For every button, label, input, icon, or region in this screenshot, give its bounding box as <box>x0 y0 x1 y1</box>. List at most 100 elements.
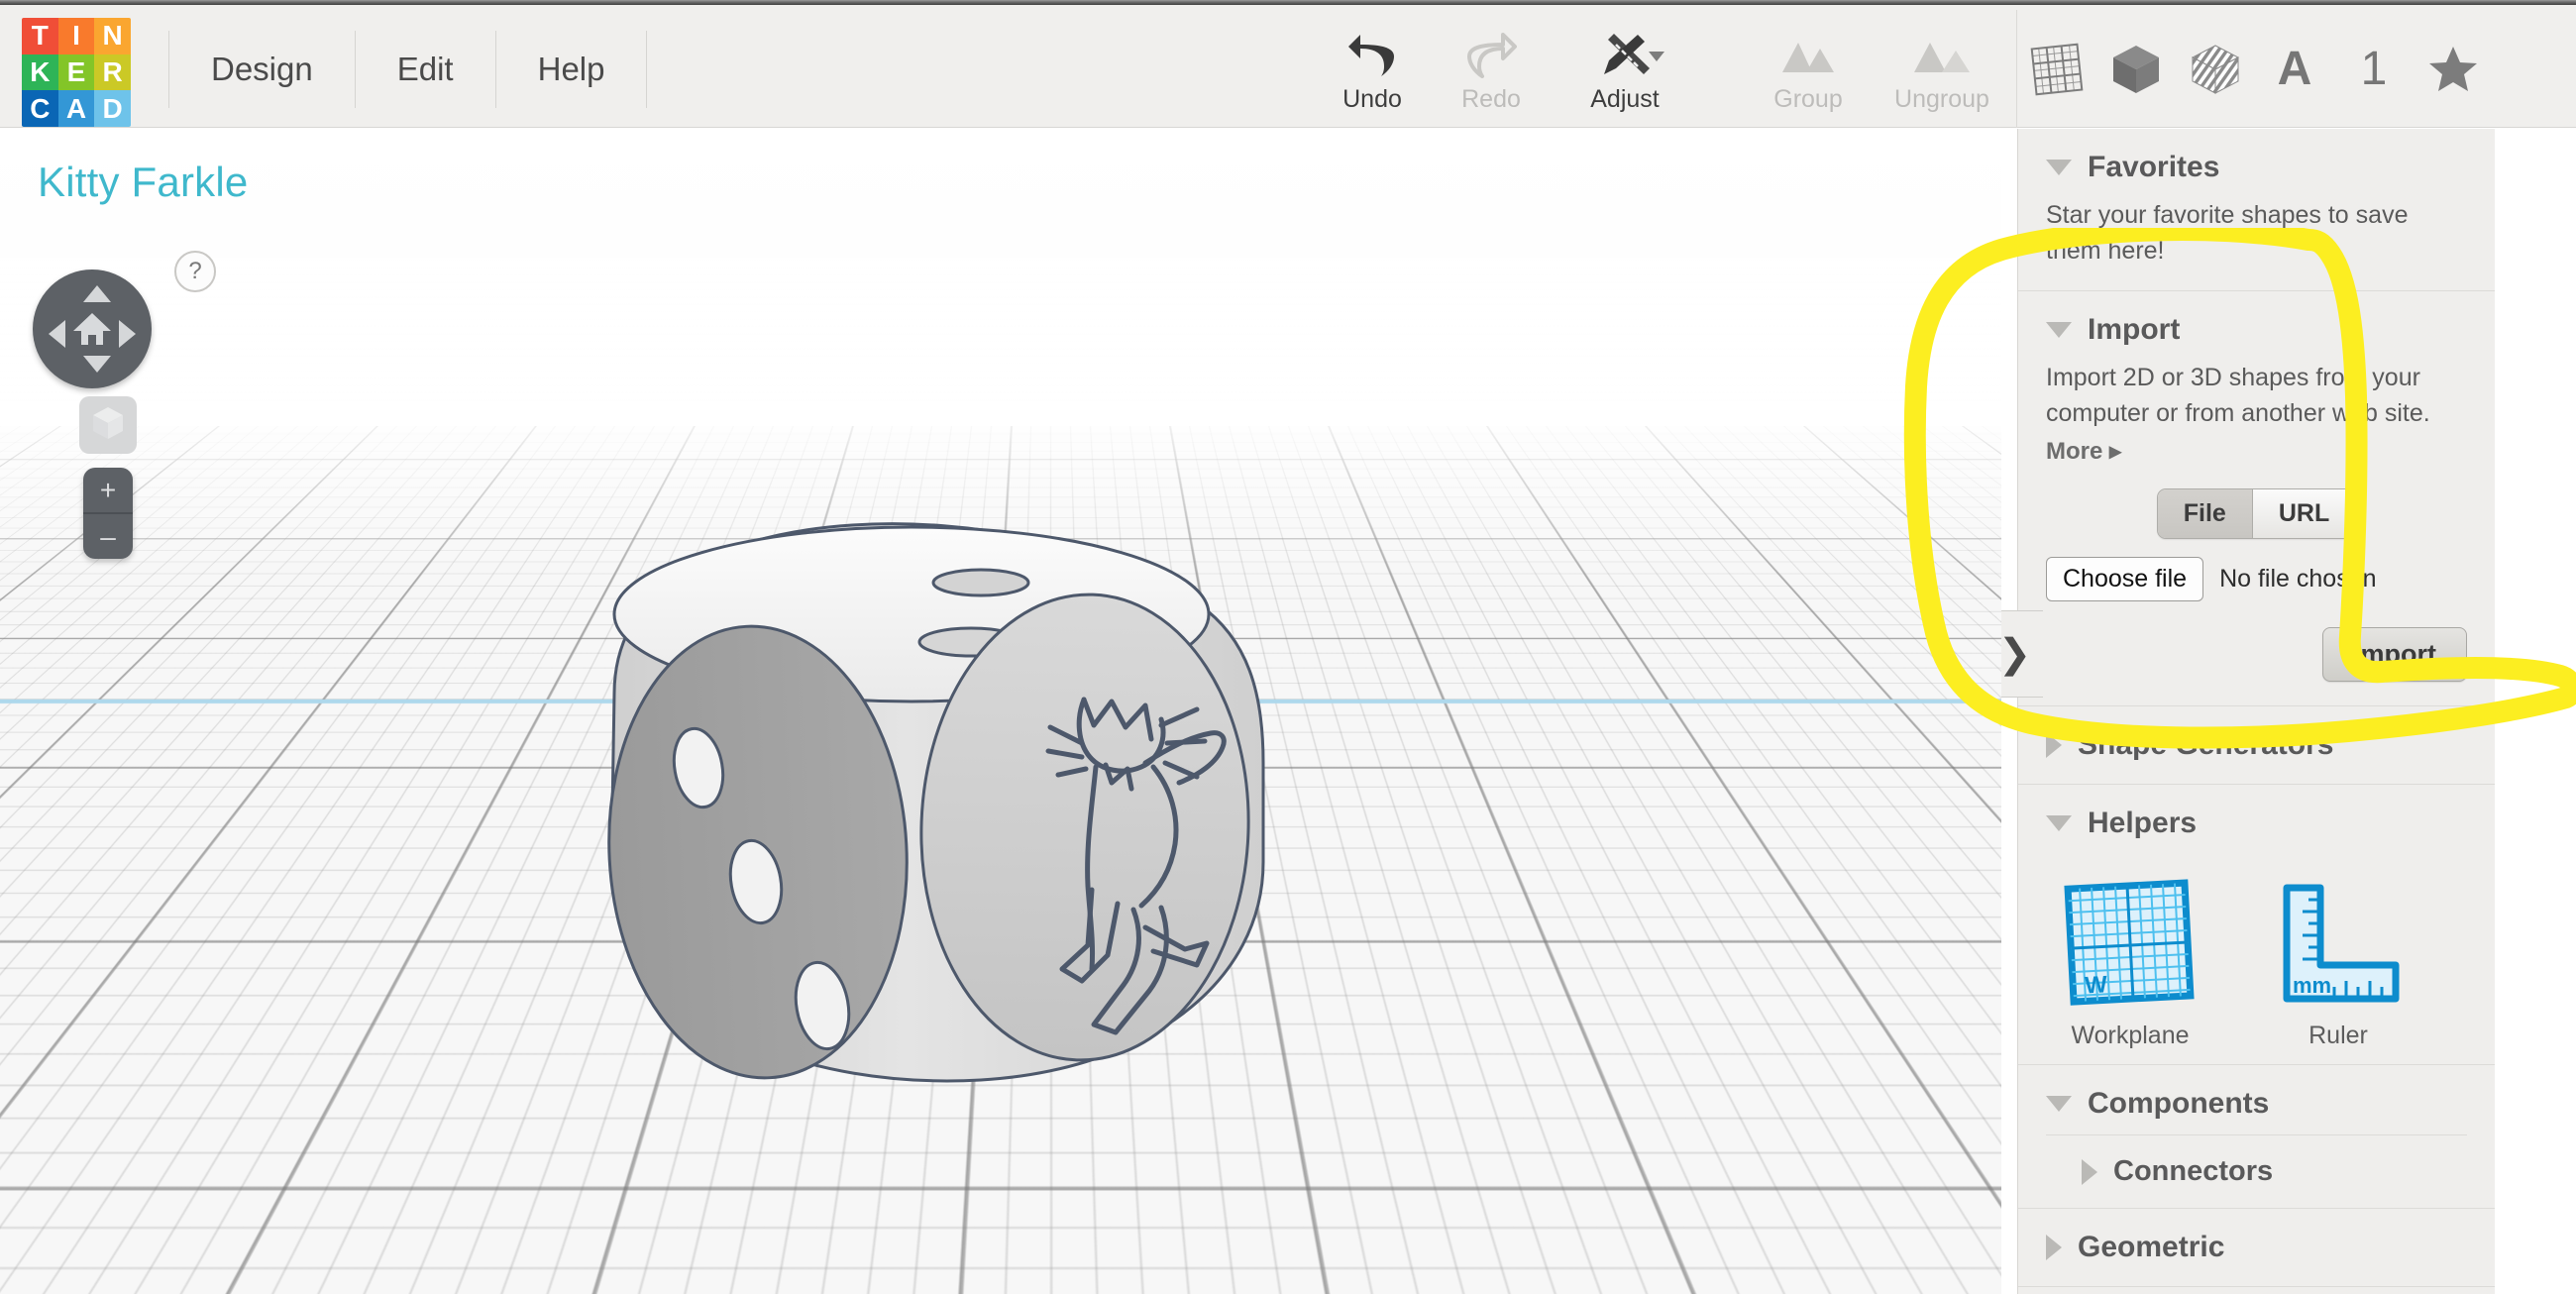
menu-label-edit: Edit <box>396 50 454 87</box>
file-picker-row: Choose file No file chosen <box>2046 557 2467 602</box>
helper-workplane[interactable]: W Workplane <box>2056 878 2204 1050</box>
star-icon[interactable] <box>2414 10 2493 128</box>
choose-file-button[interactable]: Choose file <box>2046 557 2204 602</box>
helpers-grid: W Workplane mm Ruler <box>2046 854 2467 1064</box>
chevron-down-icon[interactable] <box>2046 160 2072 175</box>
nav-right-arrow-icon[interactable] <box>119 320 136 348</box>
design-title[interactable]: Kitty Farkle <box>38 159 248 206</box>
chevron-right-icon[interactable] <box>2082 1158 2097 1185</box>
text-a-icon[interactable]: A <box>2255 10 2334 128</box>
section-geometric: Geometric <box>2018 1209 2495 1288</box>
number-one-glyph: 1 <box>2360 43 2388 95</box>
import-button[interactable]: Import <box>2322 627 2467 683</box>
nav-down-arrow-icon[interactable] <box>83 356 111 373</box>
menu-item-design[interactable]: Design <box>169 10 355 128</box>
subsection-title-connectors: Connectors <box>2113 1155 2274 1188</box>
logo-tile-d: D <box>94 90 131 127</box>
import-tab-url[interactable]: URL <box>2251 489 2356 539</box>
redo-arrow-icon <box>1465 30 1517 81</box>
chevron-right-icon: ❯ <box>1997 632 2032 676</box>
stepper-down-icon[interactable] <box>1926 1226 1943 1235</box>
chevron-down-icon[interactable] <box>2046 322 2072 338</box>
logo-tile-e: E <box>57 54 95 91</box>
snap-grid-stepper[interactable]: 1.0 <box>1844 1202 1954 1245</box>
section-title-geometric: Geometric <box>2078 1231 2225 1264</box>
edit-toolbar: Undo Redo Adjust Group Ungroup <box>1313 10 2016 128</box>
logo-tile-a: A <box>57 90 95 127</box>
zoom-out-label: – <box>100 520 116 552</box>
section-header-shape-generators[interactable]: Shape Generators <box>2046 706 2467 784</box>
section-header-helpers[interactable]: Helpers <box>2046 785 2467 854</box>
import-tab-file[interactable]: File <box>2157 489 2252 539</box>
menu-item-help[interactable]: Help <box>496 10 647 128</box>
undo-button[interactable]: Undo <box>1313 10 1432 114</box>
stepper-up-icon[interactable] <box>1926 1213 1943 1222</box>
edit-grid-button[interactable]: Edit grid <box>1835 1154 1966 1196</box>
hole-cube-icon[interactable] <box>2176 10 2255 128</box>
home-icon[interactable] <box>70 307 114 351</box>
logo-tile-i: I <box>57 18 95 54</box>
section-title-shape-generators: Shape Generators <box>2078 728 2334 762</box>
choose-file-label: Choose file <box>2063 565 2188 593</box>
ruler-helper-icon: mm <box>2269 878 2408 1012</box>
section-header-import[interactable]: Import <box>2046 291 2467 361</box>
view-navigation-wheel[interactable] <box>33 270 152 388</box>
group-button[interactable]: Group <box>1749 10 1868 114</box>
number-one-icon[interactable]: 1 <box>2334 10 2414 128</box>
chevron-right-icon[interactable] <box>2046 1235 2062 1261</box>
import-more-link[interactable]: More ▸ <box>2046 435 2467 469</box>
chevron-down-icon[interactable] <box>2046 815 2072 832</box>
section-header-holes[interactable]: Holes <box>2046 1287 2467 1294</box>
subsection-connectors[interactable]: Connectors <box>2046 1134 2467 1208</box>
chevron-right-icon[interactable] <box>2046 732 2062 759</box>
die-top-pip-1 <box>931 568 1030 597</box>
section-header-favorites[interactable]: Favorites <box>2046 129 2467 198</box>
fit-to-view-cube-icon <box>90 404 126 447</box>
section-header-components[interactable]: Components <box>2046 1065 2467 1134</box>
logo-tile-n: N <box>94 18 131 54</box>
section-title-import: Import <box>2088 313 2181 346</box>
workplane-helper-icon: W <box>2061 878 2200 1012</box>
logo-tile-k: K <box>22 54 58 91</box>
section-header-geometric[interactable]: Geometric <box>2046 1209 2467 1286</box>
zoom-out-button[interactable]: – <box>83 514 133 559</box>
3d-viewport[interactable]: Kitty Farkle ? + – Edit grid Snap grid 1… <box>0 129 2001 1294</box>
zoom-in-button[interactable]: + <box>83 468 133 514</box>
import-tab-url-label: URL <box>2278 499 2330 528</box>
ungroup-shapes-icon <box>1912 30 1972 81</box>
redo-label: Redo <box>1461 85 1521 113</box>
panel-collapse-button[interactable]: ❯ <box>1986 610 2043 698</box>
tinkercad-logo[interactable]: TINKERCAD <box>22 18 131 127</box>
section-title-favorites: Favorites <box>2088 151 2220 183</box>
group-label: Group <box>1773 85 1843 113</box>
menu-item-edit[interactable]: Edit <box>356 10 495 128</box>
helper-ruler[interactable]: mm Ruler <box>2264 878 2413 1050</box>
fit-to-view-button[interactable] <box>79 396 137 454</box>
zoom-controls[interactable]: + – <box>83 468 133 559</box>
zoom-in-label: + <box>99 474 117 505</box>
menu-label-design: Design <box>211 50 313 87</box>
section-title-helpers: Helpers <box>2088 807 2198 840</box>
section-helpers: Helpers W Workplane mm Ruler <box>2018 785 2495 1066</box>
edit-grid-label: Edit grid <box>1858 1161 1943 1188</box>
ungroup-button[interactable]: Ungroup <box>1868 10 2016 114</box>
helper-workplane-label: Workplane <box>2071 1022 2190 1050</box>
ungroup-label: Ungroup <box>1894 85 1989 113</box>
shape-library-panel[interactable]: Favorites Star your favorite shapes to s… <box>2017 129 2495 1294</box>
nav-up-arrow-icon[interactable] <box>83 285 111 302</box>
section-import: Import Import 2D or 3D shapes from your … <box>2018 291 2495 707</box>
nav-left-arrow-icon[interactable] <box>49 320 65 348</box>
main-menu: Design Edit Help <box>168 10 648 128</box>
die-model[interactable] <box>555 466 1308 1159</box>
workplane-grid-icon[interactable] <box>2017 10 2096 128</box>
solid-cube-icon[interactable] <box>2096 10 2176 128</box>
help-label: ? <box>188 258 202 284</box>
help-button[interactable]: ? <box>174 251 216 292</box>
adjust-dropdown-caret-icon[interactable] <box>1649 52 1664 61</box>
svg-text:mm: mm <box>2293 973 2331 998</box>
redo-button[interactable]: Redo <box>1432 10 1551 114</box>
snap-grid-arrows[interactable] <box>1916 1203 1953 1244</box>
adjust-button[interactable]: Adjust <box>1551 10 1699 114</box>
snap-grid-value[interactable]: 1.0 <box>1845 1209 1916 1240</box>
chevron-down-icon[interactable] <box>2046 1096 2072 1113</box>
